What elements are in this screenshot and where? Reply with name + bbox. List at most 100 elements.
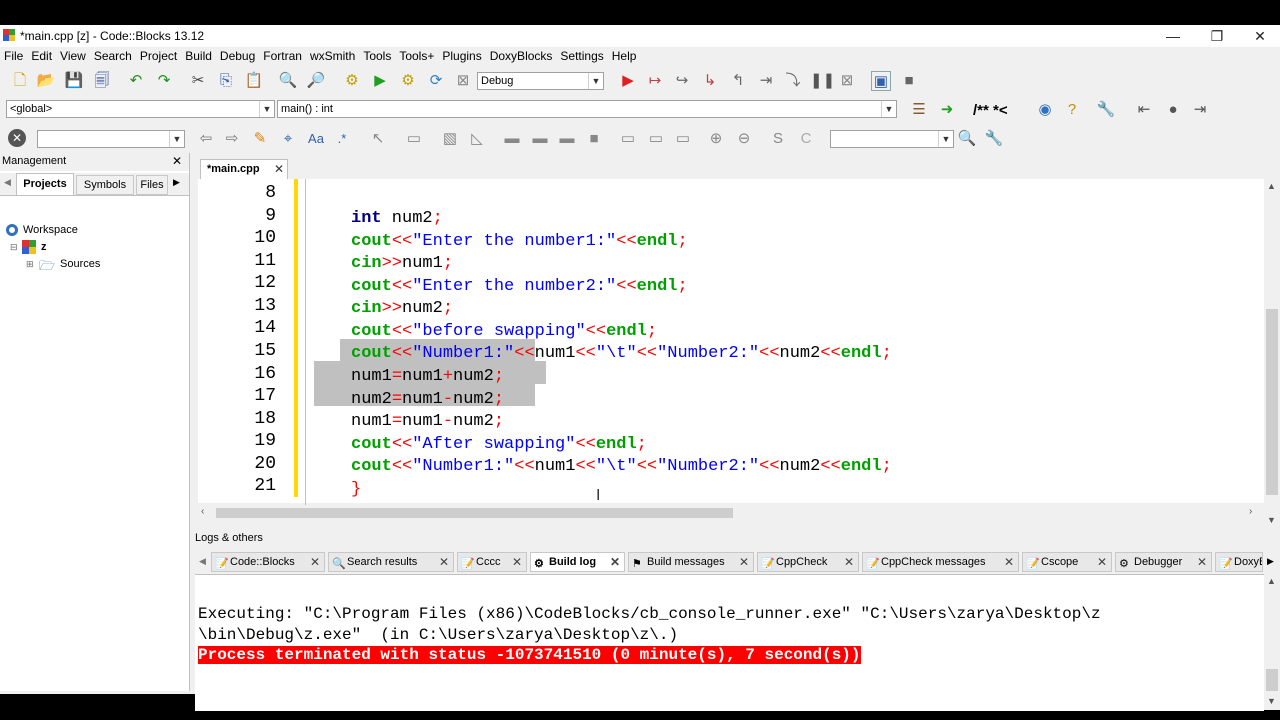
tab-scroll-right-icon[interactable]: ▶ [173,177,180,188]
close-icon[interactable]: ✕ [1197,553,1207,571]
new-file-icon[interactable]: 🗋 [10,71,30,91]
scroll-down-icon[interactable]: ▼ [1267,696,1276,706]
menu-fortran[interactable]: Fortran [259,47,306,66]
wx-dialog-icon[interactable]: ▭ [673,129,693,149]
search-text-input[interactable]: ▼ [37,130,185,148]
scrollbar-thumb[interactable] [216,508,733,518]
tab-scroll-left-icon[interactable]: ◀ [4,177,11,188]
undo-icon[interactable]: ↶ [126,71,146,91]
open-file-icon[interactable]: 📂 [36,71,56,91]
menu-wxsmith[interactable]: wxSmith [306,47,359,66]
menu-project[interactable]: Project [136,47,181,66]
jump-declaration-icon[interactable]: ☰ [909,100,929,120]
close-icon[interactable]: ✕ [310,553,320,571]
symbol-s-icon[interactable]: S [768,129,788,149]
tab-cscope[interactable]: 📝 Cscope ✕ [1022,552,1112,572]
wx-align-left-icon[interactable]: ▬ [502,129,522,149]
close-icon[interactable]: ✕ [739,553,749,571]
function-select[interactable]: main() : int ▼ [277,100,897,118]
scroll-right-icon[interactable]: › [1249,506,1252,517]
tab-doxyblocks[interactable]: 📝DoxyB [1215,552,1263,572]
debug-info-icon[interactable]: ■ [899,71,919,91]
debug-windows-icon[interactable]: ▣ [871,71,891,91]
tab-codeblocks-log[interactable]: 📝 Code::Blocks ✕ [211,552,325,572]
redo-icon[interactable]: ↷ [154,71,174,91]
selected-text-only-icon[interactable]: ⌖ [278,129,298,149]
close-icon[interactable]: ✕ [1097,553,1107,571]
settings-wrench-icon[interactable]: 🔧 [1096,100,1116,120]
logs-vertical-scrollbar[interactable]: ▲ ▼ [1264,574,1280,710]
management-close-button[interactable]: ✕ [172,154,182,168]
run-icon[interactable]: ▶ [370,71,390,91]
editor-vertical-scrollbar[interactable]: ▲ ▼ [1264,179,1280,531]
scrollbar-thumb[interactable] [1266,309,1278,495]
menu-doxyblocks[interactable]: DoxyBlocks [486,47,557,66]
wx-expand-icon[interactable]: ■ [584,129,604,149]
editor-horizontal-scrollbar[interactable]: ‹ › [198,505,1264,521]
menu-tools-plus[interactable]: Tools+ [395,47,438,66]
menu-plugins[interactable]: Plugins [438,47,485,66]
wx-border-icon[interactable]: ▭ [618,129,638,149]
next-line-icon[interactable]: ↪ [672,71,692,91]
search-tools-icon[interactable]: 🔧 [984,129,1004,149]
close-icon[interactable]: ✕ [439,553,449,571]
search-prev-icon[interactable]: ⇦ [196,129,216,149]
scroll-left-icon[interactable]: ‹ [201,506,204,517]
wx-align-center-icon[interactable]: ▬ [530,129,550,149]
tree-workspace[interactable]: Workspace [23,224,78,236]
find-icon[interactable]: 🔍 [278,71,298,91]
scroll-up-icon[interactable]: ▲ [1267,181,1276,191]
close-window-button[interactable]: ✕ [1237,25,1280,47]
wx-image-icon[interactable]: ▧ [440,129,460,149]
tab-cppcheck-messages[interactable]: 📝 CppCheck messages ✕ [862,552,1019,572]
doxy-extract-icon[interactable]: ◉ [1035,100,1055,120]
tab-search-results[interactable]: 🔍 Search results ✕ [328,552,454,572]
refresh-gray-icon[interactable]: C [796,129,816,149]
step-into-icon[interactable]: ↳ [700,71,720,91]
stop-debug-icon[interactable]: ⊠ [837,71,857,91]
debug-start-icon[interactable]: ▶ [618,71,638,91]
next-instruction-icon[interactable]: ⇥ [756,71,776,91]
close-icon[interactable]: ✕ [1004,553,1014,571]
tab-cccc[interactable]: 📝 Cccc ✕ [457,552,527,572]
menu-search[interactable]: Search [90,47,136,66]
regex-icon[interactable]: .* [332,129,352,149]
menu-edit[interactable]: Edit [27,47,56,66]
scroll-up-icon[interactable]: ▲ [1267,576,1276,586]
pause-icon[interactable]: ❚❚ [810,71,835,91]
logs-tab-scroll-left-icon[interactable]: ◀ [199,556,206,567]
tab-cppcheck[interactable]: 📝 CppCheck ✕ [757,552,859,572]
match-case-icon[interactable]: Aa [306,129,326,149]
bookmark-next-icon[interactable]: ⇥ [1190,100,1210,120]
menu-build[interactable]: Build [181,47,216,66]
restore-button[interactable]: ❐ [1194,25,1240,47]
menu-file[interactable]: File [0,47,27,66]
rebuild-icon[interactable]: ⟳ [426,71,446,91]
build-target-select[interactable]: Debug ▼ [477,72,604,90]
paste-icon[interactable]: 📋 [244,71,264,91]
search-binoculars-icon[interactable]: 🔍 [957,129,977,149]
close-icon[interactable]: ✕ [610,553,620,571]
run-to-cursor-icon[interactable]: ↦ [645,71,665,91]
scroll-down-icon[interactable]: ▼ [1267,515,1276,525]
wx-frame-icon[interactable]: ▭ [646,129,666,149]
close-icon[interactable]: ✕ [512,553,522,571]
menu-settings[interactable]: Settings [556,47,607,66]
step-out-icon[interactable]: ↰ [728,71,748,91]
tab-close-button[interactable]: ✕ [274,162,284,176]
close-icon[interactable]: ✕ [844,553,854,571]
tab-symbols[interactable]: Symbols [76,175,134,195]
bookmark-prev-icon[interactable]: ⇤ [1134,100,1154,120]
wx-panel-icon[interactable]: ▭ [404,129,424,149]
highlight-icon[interactable]: ✎ [250,129,270,149]
wx-align-right-icon[interactable]: ▬ [557,129,577,149]
tree-project-z[interactable]: z [41,241,47,253]
tab-projects[interactable]: Projects [16,173,74,195]
tree-sources[interactable]: Sources [60,258,100,270]
tree-collapse-icon[interactable]: ⊟ [10,242,18,253]
build-gear-icon[interactable]: ⚙ [342,71,362,91]
search-scope-select[interactable]: ▼ [830,130,954,148]
tab-build-log[interactable]: ⚙ Build log ✕ [530,552,625,572]
menu-debug[interactable]: Debug [216,47,259,66]
scrollbar-thumb[interactable] [1266,669,1278,691]
